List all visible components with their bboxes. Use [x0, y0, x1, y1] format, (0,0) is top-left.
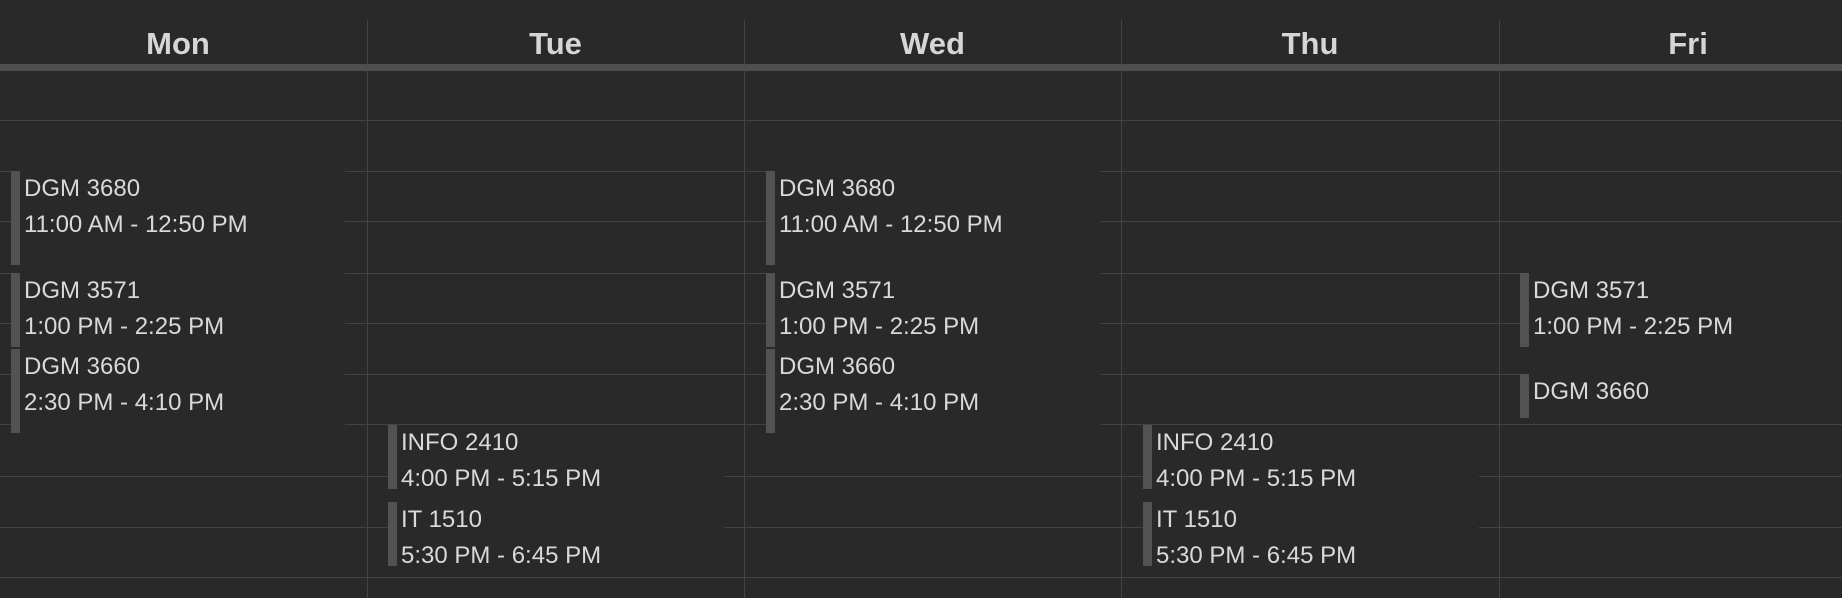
event-title: DGM 3680: [779, 175, 896, 202]
event-time: 11:00 AM - 12:50 PM: [779, 211, 1003, 238]
event-title: DGM 3571: [1533, 277, 1650, 304]
day-header-mon: Mon: [146, 26, 210, 61]
event-block[interactable]: IT 1510 5:30 PM - 6:45 PM: [388, 502, 724, 569]
hour-row-line: [0, 476, 1842, 477]
event-time: 4:00 PM - 5:15 PM: [1156, 465, 1357, 492]
event-block[interactable]: IT 1510 5:30 PM - 6:45 PM: [1143, 502, 1479, 569]
event-title: DGM 3660: [1533, 378, 1650, 405]
event-block[interactable]: DGM 3571 1:00 PM - 2:25 PM: [766, 273, 1101, 347]
event-time: 2:30 PM - 4:10 PM: [24, 389, 225, 416]
week-calendar: Mon Tue Wed Thu Fri DGM 3680 11:00 AM - …: [0, 0, 1842, 598]
event-time: 1:00 PM - 2:25 PM: [24, 313, 225, 340]
day-header-thu: Thu: [1281, 26, 1339, 61]
event-block[interactable]: INFO 2410 4:00 PM - 5:15 PM: [388, 425, 724, 492]
event-time: 5:30 PM - 6:45 PM: [401, 542, 602, 569]
column-divider: [1499, 20, 1500, 598]
event-block[interactable]: DGM 3680 11:00 AM - 12:50 PM: [766, 171, 1101, 265]
event-block[interactable]: DGM 3660 2:30 PM - 4:10 PM: [766, 349, 1101, 433]
event-time: 2:30 PM - 4:10 PM: [779, 389, 980, 416]
event-title: IT 1510: [1156, 506, 1237, 533]
hour-row-line: [0, 577, 1842, 578]
event-title: INFO 2410: [401, 429, 519, 456]
event-time: 1:00 PM - 2:25 PM: [779, 313, 980, 340]
column-divider: [744, 20, 745, 598]
event-time: 5:30 PM - 6:45 PM: [1156, 542, 1357, 569]
hour-row-line: [0, 527, 1842, 528]
column-divider: [367, 20, 368, 598]
day-header-fri: Fri: [1668, 26, 1708, 61]
event-block[interactable]: DGM 3680 11:00 AM - 12:50 PM: [11, 171, 345, 265]
hour-row-line: [0, 120, 1842, 121]
event-title: DGM 3571: [779, 277, 896, 304]
event-title: INFO 2410: [1156, 429, 1274, 456]
day-header-wed: Wed: [900, 26, 965, 61]
event-title: IT 1510: [401, 506, 482, 533]
event-block[interactable]: DGM 3571 1:00 PM - 2:25 PM: [11, 273, 345, 347]
event-block[interactable]: INFO 2410 4:00 PM - 5:15 PM: [1143, 425, 1479, 492]
event-block[interactable]: DGM 3660: [1520, 374, 1842, 418]
event-time: 1:00 PM - 2:25 PM: [1533, 313, 1734, 340]
column-divider: [1121, 20, 1122, 598]
event-title: DGM 3660: [779, 353, 896, 380]
event-title: DGM 3680: [24, 175, 141, 202]
event-time: 11:00 AM - 12:50 PM: [24, 211, 248, 238]
event-block[interactable]: DGM 3571 1:00 PM - 2:25 PM: [1520, 273, 1842, 347]
event-block[interactable]: DGM 3660 2:30 PM - 4:10 PM: [11, 349, 345, 433]
event-title: DGM 3571: [24, 277, 141, 304]
day-header-tue: Tue: [529, 26, 582, 61]
event-title: DGM 3660: [24, 353, 141, 380]
event-time: 4:00 PM - 5:15 PM: [401, 465, 602, 492]
